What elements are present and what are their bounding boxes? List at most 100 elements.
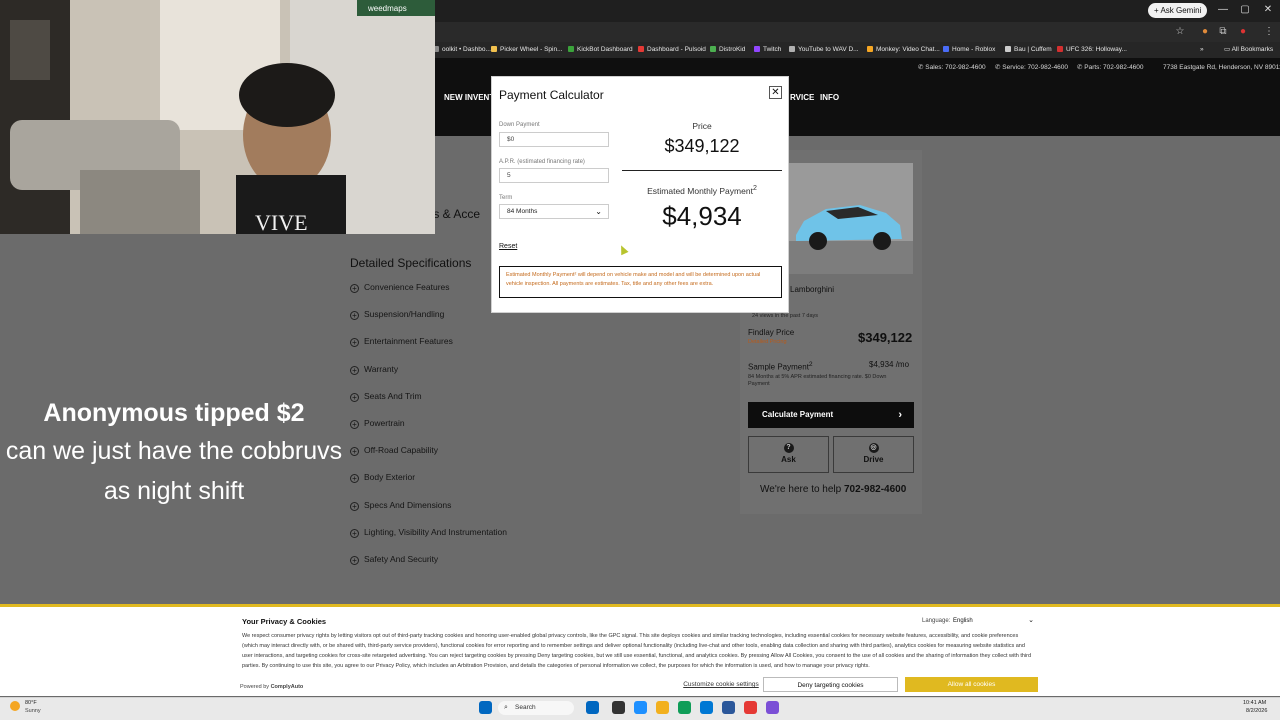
taskbar-app-icon[interactable]: [700, 701, 713, 714]
start-icon[interactable]: [479, 701, 492, 714]
payment-calculator-modal: Payment Calculator ✕ Down Payment $0 A.P…: [491, 76, 789, 313]
customize-cookie-settings-link[interactable]: Customize cookie settings: [680, 677, 762, 692]
monthly-label-text: Estimated Monthly Payment: [647, 185, 753, 196]
plus-icon: +: [350, 447, 359, 456]
calculate-payment-button[interactable]: Calculate Payment ›: [748, 402, 914, 428]
ask-gemini-button[interactable]: + Ask Gemini: [1148, 3, 1208, 18]
spec-row[interactable]: + Convenience Features: [350, 280, 450, 294]
plus-icon: +: [350, 420, 359, 429]
close-window-button[interactable]: ✕: [1261, 4, 1275, 16]
spec-row[interactable]: + Body Exterior: [350, 470, 415, 484]
spec-row[interactable]: + Off-Road Capability: [350, 443, 438, 457]
nav-service[interactable]: RVICE: [790, 92, 814, 104]
price-label: Price: [692, 121, 712, 131]
sales-phone[interactable]: ✆ Sales: 702-982-4600: [918, 63, 986, 73]
spec-row[interactable]: + Lighting, Visibility And Instrumentatio…: [350, 525, 507, 539]
star-icon[interactable]: ☆: [1173, 25, 1187, 39]
question-icon: ?: [783, 443, 794, 453]
price-value: $349,122: [664, 136, 740, 156]
language-select[interactable]: English ⌄: [950, 615, 1038, 627]
sample-unit: /mo: [895, 360, 910, 369]
parts-phone[interactable]: ✆ Parts: 702-982-4600: [1077, 63, 1144, 73]
taskbar-search[interactable]: ⌕ Search: [498, 701, 574, 715]
chevron-right-icon[interactable]: »: [1200, 44, 1204, 56]
all-bookmarks-label: All Bookmarks: [1231, 46, 1274, 53]
bookmark-item[interactable]: KickBot Dashboard: [568, 44, 633, 56]
service-phone[interactable]: ✆ Service: 702-982-4600: [995, 63, 1068, 73]
allow-cookies-button[interactable]: Allow all cookies: [905, 677, 1038, 692]
bookmark-item[interactable]: UFC 326: Holloway...: [1057, 44, 1127, 56]
bookmark-favicon-icon: [638, 46, 644, 52]
profile-icon[interactable]: ●: [1236, 25, 1250, 39]
term-value: 84 Months: [507, 208, 538, 215]
detailed-pricing-link[interactable]: Detailed Pricing: [748, 339, 787, 346]
bookmark-item[interactable]: Twitch: [754, 44, 781, 56]
bookmark-label: DistroKid: [719, 46, 746, 53]
address[interactable]: 7738 Eastgate Rd, Henderson, NV 89011: [1163, 63, 1280, 73]
taskbar-app-icon[interactable]: [612, 701, 625, 714]
taskbar-app-icon[interactable]: [766, 701, 779, 714]
spec-row[interactable]: + Powertrain: [350, 416, 405, 430]
bookmark-item[interactable]: DistroKid: [710, 44, 745, 56]
menu-icon[interactable]: ⋮: [1262, 25, 1276, 39]
help-phone[interactable]: 702-982-4600: [844, 484, 906, 495]
plus-icon: +: [350, 338, 359, 347]
bookmark-item[interactable]: Home - Roblox: [943, 44, 995, 56]
close-icon[interactable]: ✕: [769, 86, 782, 99]
bookmark-favicon-icon: [754, 46, 760, 52]
vehicle-image[interactable]: [782, 163, 913, 274]
spec-row[interactable]: + Specs And Dimensions: [350, 498, 451, 512]
spec-row[interactable]: + Suspension/Handling: [350, 307, 444, 321]
vehicle-name[interactable]: Lamborghini: [790, 285, 834, 295]
bookmark-favicon-icon: [943, 46, 949, 52]
spec-row[interactable]: + Seats And Trim: [350, 389, 422, 403]
taskbar-app-icon[interactable]: [722, 701, 735, 714]
search-icon: ⌕: [504, 704, 508, 711]
spec-row[interactable]: + Warranty: [350, 362, 398, 376]
taskbar-app-icon[interactable]: [634, 701, 647, 714]
bookmark-item[interactable]: Monkey: Video Chat...: [867, 44, 940, 56]
spec-row[interactable]: + Entertainment Features: [350, 334, 453, 348]
reset-link[interactable]: Reset: [499, 242, 517, 251]
language-value: English: [953, 618, 973, 624]
cookie-banner: Your Privacy & Cookies Language: English…: [0, 604, 1280, 696]
weather-condition[interactable]: Sunny: [25, 708, 41, 715]
nav-info[interactable]: INFO: [820, 92, 839, 104]
bookmark-item[interactable]: YouTube to WAV D...: [789, 44, 859, 56]
bookmark-item[interactable]: Bau | Cuffem: [1005, 44, 1052, 56]
extension-icon[interactable]: ●: [1198, 25, 1212, 39]
maximize-button[interactable]: ▢: [1238, 4, 1252, 16]
weather-temp[interactable]: 80°F: [25, 700, 37, 707]
puzzle-icon[interactable]: ⧉: [1216, 25, 1230, 39]
bookmark-item[interactable]: Dashboard - Pulsoid: [638, 44, 706, 56]
taskbar-app-icon[interactable]: [678, 701, 691, 714]
clock-time[interactable]: 10:41 AM: [1243, 700, 1266, 707]
spec-row[interactable]: + Safety And Security: [350, 552, 438, 566]
ask-button[interactable]: ? Ask: [748, 436, 829, 473]
bookmark-favicon-icon: [491, 46, 497, 52]
plus-icon: +: [1154, 6, 1159, 15]
all-bookmarks-link[interactable]: ▭ All Bookmarks: [1224, 44, 1273, 56]
taskbar-app-icon[interactable]: [586, 701, 599, 714]
minimize-button[interactable]: —: [1216, 4, 1230, 16]
term-select[interactable]: 84 Months ⌄: [499, 204, 609, 219]
tip-message: can we just have the cobbruvs as night s…: [5, 437, 343, 505]
modal-title: Payment Calculator: [499, 88, 604, 102]
findlay-price-label: Findlay Price: [748, 328, 795, 337]
taskbar-app-icon[interactable]: [656, 701, 669, 714]
clock-date[interactable]: 8/2/2026: [1246, 708, 1267, 715]
bookmark-item[interactable]: oolkit • Dashbo...: [433, 44, 491, 56]
apr-input[interactable]: 5: [499, 168, 609, 183]
bookmark-favicon-icon: [789, 46, 795, 52]
price-divider: [622, 170, 782, 171]
bookmark-label: Twitch: [763, 46, 782, 53]
sun-icon[interactable]: [10, 701, 20, 711]
deny-cookies-button[interactable]: Deny targeting cookies: [763, 677, 898, 692]
spec-label: Safety And Security: [364, 554, 439, 564]
language-label: Language:: [922, 618, 951, 624]
bookmark-item[interactable]: Picker Wheel - Spin...: [491, 44, 563, 56]
webcam-feed: weedmaps VIVE: [0, 0, 435, 234]
taskbar-app-icon[interactable]: [744, 701, 757, 714]
down-payment-input[interactable]: $0: [499, 132, 609, 147]
drive-button[interactable]: ◎ Drive: [833, 436, 914, 473]
